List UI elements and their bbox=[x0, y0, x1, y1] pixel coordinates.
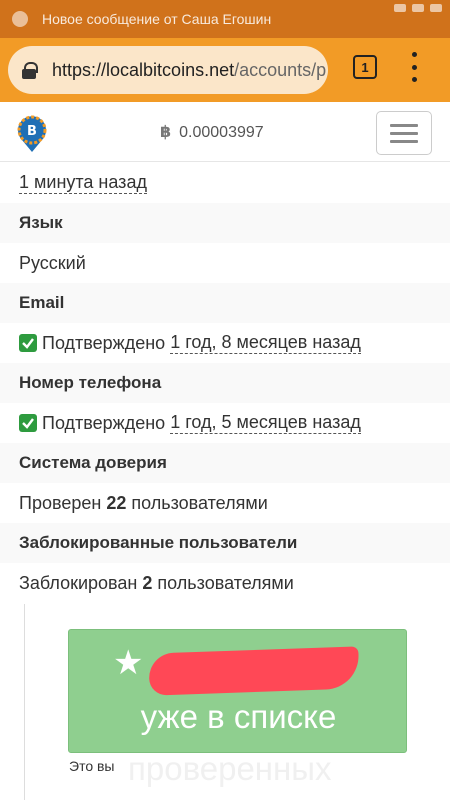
svg-text:B: B bbox=[27, 124, 37, 139]
trust-count: 22 bbox=[106, 492, 127, 513]
tab-switcher-button[interactable]: 1 bbox=[353, 55, 377, 79]
card-status-text: уже в списке bbox=[140, 698, 337, 735]
bitcoin-icon: ฿ bbox=[160, 124, 172, 141]
trust-label: Система доверия bbox=[0, 443, 450, 483]
trusted-user-card[interactable]: ★ уже в списке bbox=[68, 629, 407, 753]
status-icons bbox=[394, 4, 442, 12]
email-status: Подтверждено bbox=[42, 332, 166, 353]
localbitcoins-logo[interactable]: B bbox=[16, 114, 48, 154]
trust-suffix: пользователями bbox=[131, 492, 268, 513]
url-text: https://localbitcoins.net/accounts/p bbox=[52, 59, 327, 80]
profile-info-list: 1 минута назад Язык Русский Email Подтве… bbox=[0, 163, 450, 603]
hamburger-menu-button[interactable] bbox=[376, 111, 432, 155]
site-header: B ฿ 0.00003997 bbox=[0, 102, 450, 162]
phone-status: Подтверждено bbox=[42, 412, 166, 433]
blocked-prefix: Заблокирован bbox=[19, 572, 138, 593]
url-bar[interactable]: https://localbitcoins.net/accounts/p bbox=[8, 46, 328, 94]
browser-menu-icon[interactable] bbox=[410, 52, 418, 82]
balance-value: 0.00003997 bbox=[179, 124, 264, 141]
redacted-username bbox=[148, 646, 360, 696]
language-label: Язык bbox=[0, 203, 450, 243]
phone-verified-time: 1 год, 5 месяцев назад bbox=[170, 412, 361, 434]
its-you-text: Это вы bbox=[69, 758, 115, 774]
blocked-count: 2 bbox=[142, 572, 153, 593]
system-status-bar: Новое сообщение от Саша Егошин bbox=[0, 0, 450, 38]
email-verified-time: 1 год, 8 месяцев назад bbox=[170, 332, 361, 354]
check-icon bbox=[19, 334, 37, 352]
last-seen-row: 1 минута назад bbox=[0, 163, 450, 203]
browser-toolbar: https://localbitcoins.net/accounts/p 1 bbox=[0, 38, 450, 102]
trust-row: Проверен 22 пользователями bbox=[0, 483, 450, 523]
star-icon: ★ bbox=[113, 644, 144, 682]
card-overflow-text: проверенных bbox=[128, 750, 332, 787]
language-value: Русский bbox=[19, 252, 86, 273]
check-icon bbox=[19, 414, 37, 432]
blocked-row: Заблокирован 2 пользователями bbox=[0, 563, 450, 603]
phone-label: Номер телефона bbox=[0, 363, 450, 403]
email-status-row: Подтверждено 1 год, 8 месяцев назад bbox=[0, 323, 450, 363]
notification-text: Новое сообщение от Саша Егошин bbox=[42, 11, 272, 27]
phone-status-row: Подтверждено 1 год, 5 месяцев назад bbox=[0, 403, 450, 443]
divider bbox=[24, 604, 25, 800]
trust-prefix: Проверен bbox=[19, 492, 102, 513]
wallet-balance[interactable]: ฿ 0.00003997 bbox=[160, 122, 264, 142]
blocked-suffix: пользователями bbox=[157, 572, 294, 593]
email-label: Email bbox=[0, 283, 450, 323]
telegram-icon bbox=[12, 11, 28, 27]
last-seen-value: 1 минута назад bbox=[19, 172, 147, 194]
blocked-label: Заблокированные пользователи bbox=[0, 523, 450, 563]
lock-icon bbox=[22, 62, 38, 79]
